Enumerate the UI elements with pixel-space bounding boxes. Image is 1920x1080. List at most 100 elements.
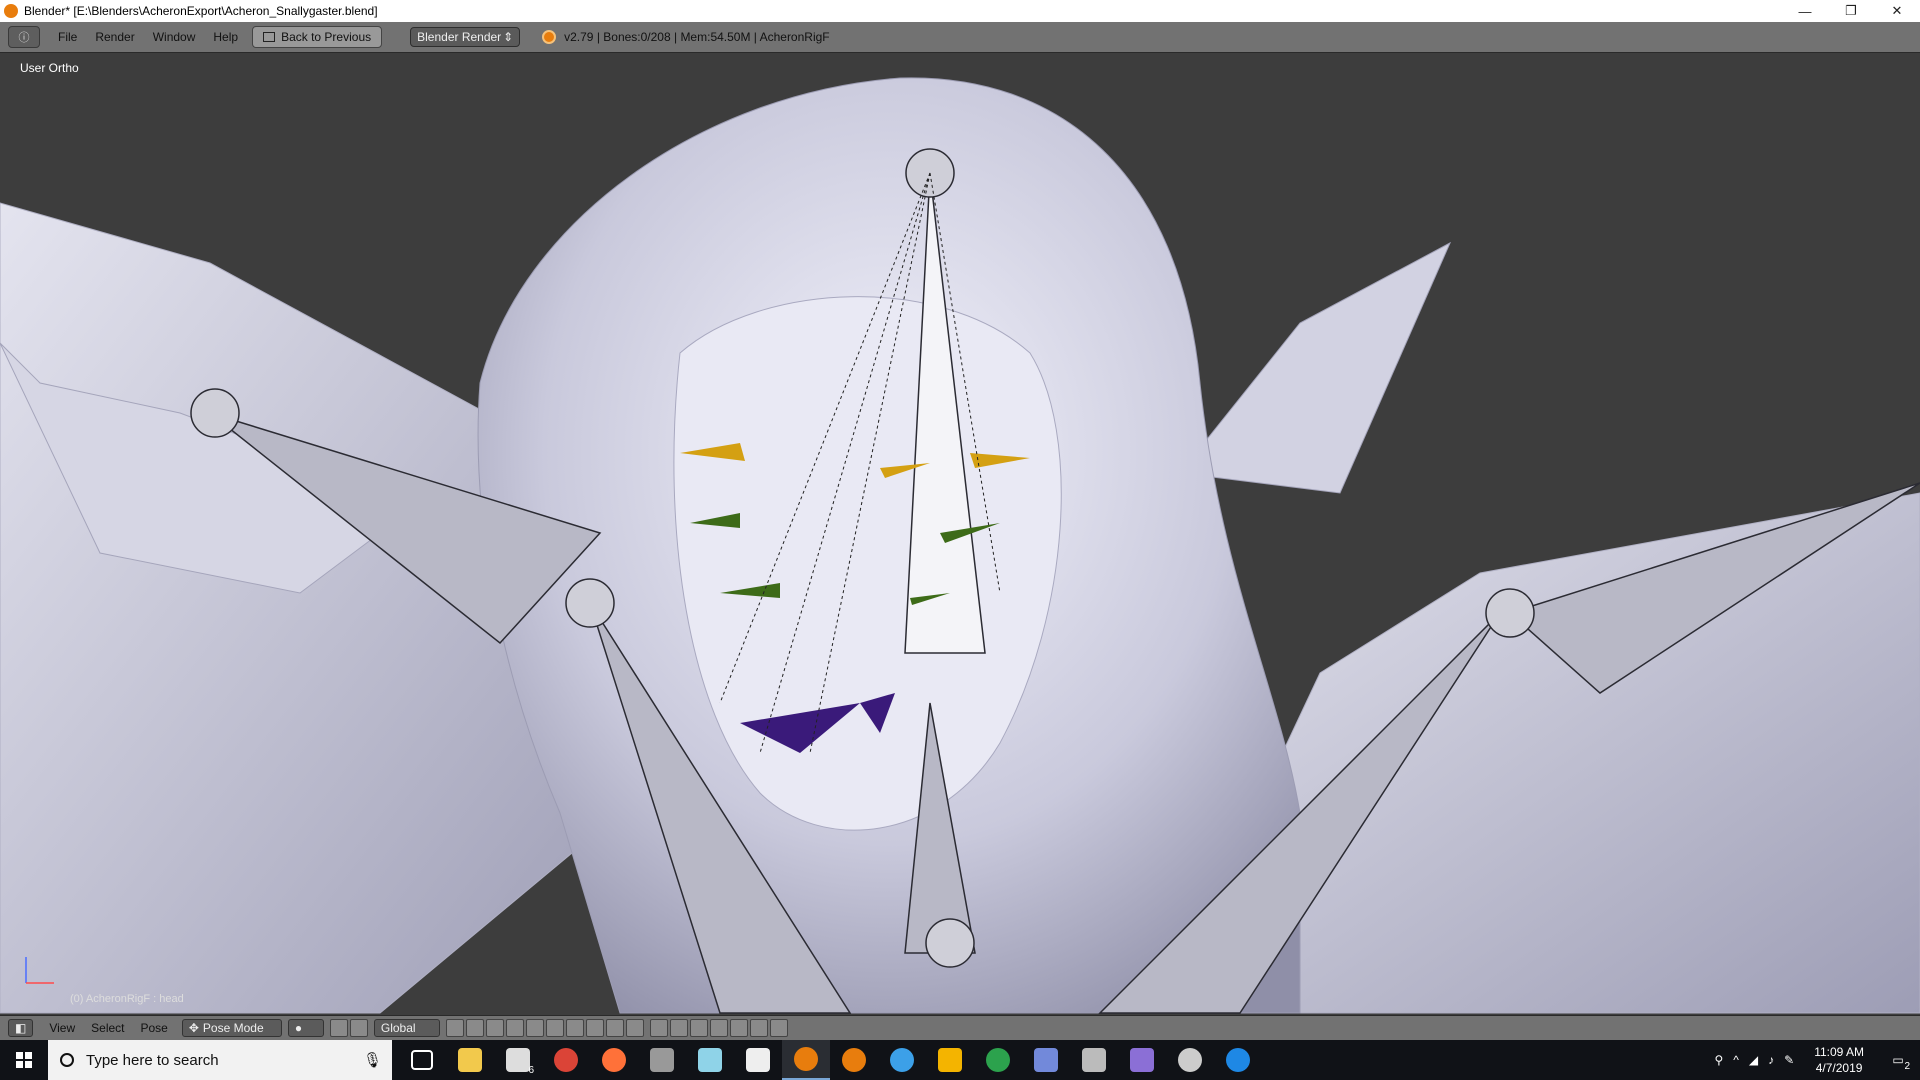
storage-button[interactable]	[686, 1040, 734, 1080]
mail-icon	[506, 1048, 530, 1072]
view3d-header: ◧ View Select Pose ✥ Pose Mode ● Global	[0, 1015, 1920, 1040]
render-icon[interactable]	[749, 1019, 768, 1037]
winamp-icon	[938, 1048, 962, 1072]
blender-button[interactable]	[782, 1040, 830, 1080]
photos-icon	[1082, 1048, 1106, 1072]
layer-button[interactable]	[485, 1019, 504, 1037]
right-wing-spike	[1179, 241, 1452, 494]
winamp-button[interactable]	[926, 1040, 974, 1080]
game-button[interactable]	[638, 1040, 686, 1080]
layer-buttons	[445, 1019, 644, 1037]
active-object-label: (0) AcheronRigF : head	[70, 993, 184, 1005]
render-engine-select[interactable]: Blender Render ⇕	[410, 27, 521, 47]
clock-time: 11:09 AM	[1814, 1045, 1864, 1059]
shading-select[interactable]: ●	[287, 1019, 324, 1037]
menu-render[interactable]: Render	[95, 30, 134, 44]
editor-type-button[interactable]: ⓘ	[8, 26, 40, 48]
calculator-button[interactable]	[734, 1040, 782, 1080]
microphone-icon[interactable]: 🎙	[363, 1051, 382, 1069]
chevron-up-icon[interactable]: ^	[1733, 1053, 1739, 1067]
restore-button[interactable]: ❐	[1828, 0, 1874, 22]
blender-app-icon	[4, 4, 18, 18]
layer-button[interactable]	[545, 1019, 564, 1037]
clock-date: 4/7/2019	[1815, 1061, 1863, 1075]
pen-icon[interactable]: ✎	[1784, 1053, 1794, 1067]
paste-pose-icon[interactable]	[709, 1019, 728, 1037]
storage-icon	[698, 1048, 722, 1072]
3d-viewport[interactable]: User Ortho (0) AcheronRigF : head	[0, 53, 1920, 1015]
screen-icon	[263, 32, 276, 42]
media-button[interactable]	[1118, 1040, 1166, 1080]
window-title: Blender* [E:\Blenders\AcheronExport\Ache…	[24, 4, 378, 18]
copy-pose-icon[interactable]	[689, 1019, 708, 1037]
steam-button[interactable]	[1166, 1040, 1214, 1080]
discord-button[interactable]	[1022, 1040, 1070, 1080]
volume-icon[interactable]: ♪	[1768, 1053, 1774, 1067]
layer-button[interactable]	[525, 1019, 544, 1037]
task-view-button[interactable]	[398, 1040, 446, 1080]
layer-button[interactable]	[625, 1019, 644, 1037]
layer-button[interactable]	[585, 1019, 604, 1037]
back-to-previous-button[interactable]: Back to Previous	[252, 26, 383, 48]
firefox-button[interactable]	[590, 1040, 638, 1080]
start-button[interactable]	[0, 1040, 48, 1080]
render-anim-icon[interactable]	[769, 1019, 788, 1037]
layer-button[interactable]	[505, 1019, 524, 1037]
layer-button[interactable]	[465, 1019, 484, 1037]
cortana-icon	[60, 1053, 74, 1067]
word-app-button[interactable]	[878, 1040, 926, 1080]
manipulator-icon[interactable]	[349, 1019, 368, 1037]
menu-view[interactable]: View	[49, 1021, 75, 1035]
chrome-button[interactable]	[542, 1040, 590, 1080]
minimize-button[interactable]: —	[1782, 0, 1828, 22]
edge-button[interactable]	[1214, 1040, 1262, 1080]
taskbar-search[interactable]: Type here to search 🎙	[48, 1040, 392, 1080]
cube-icon: ◧	[15, 1021, 27, 1035]
viewport-scene	[0, 77, 1920, 1014]
chevron-updown-icon: ⇕	[503, 30, 514, 44]
word-app-icon	[890, 1048, 914, 1072]
paste-flipped-icon[interactable]	[729, 1019, 748, 1037]
lock-icon[interactable]	[649, 1019, 668, 1037]
menu-file[interactable]: File	[58, 30, 77, 44]
info-header: ⓘ File Render Window Help Back to Previo…	[0, 22, 1920, 53]
layer-button[interactable]	[565, 1019, 584, 1037]
clock[interactable]: 11:09 AM 4/7/2019	[1814, 1044, 1864, 1076]
layer-button[interactable]	[445, 1019, 464, 1037]
back-to-previous-label: Back to Previous	[281, 30, 372, 44]
menu-pose[interactable]: Pose	[141, 1021, 168, 1035]
xbox-button[interactable]	[974, 1040, 1022, 1080]
taskbar-apps: 6	[398, 1040, 1262, 1080]
firefox-icon	[602, 1048, 626, 1072]
media-icon	[1130, 1048, 1154, 1072]
layer-button[interactable]	[605, 1019, 624, 1037]
pivot-icon[interactable]	[329, 1019, 348, 1037]
chrome-icon	[554, 1048, 578, 1072]
mail-button[interactable]: 6	[494, 1040, 542, 1080]
blender-logo-icon	[542, 30, 557, 44]
photos-button[interactable]	[1070, 1040, 1118, 1080]
system-tray: ⚲ ^ ◢ ♪ ✎ 11:09 AM 4/7/2019 ▭ 2	[1714, 1044, 1920, 1076]
menu-window[interactable]: Window	[153, 30, 196, 44]
action-center-button[interactable]: ▭ 2	[1884, 1046, 1912, 1074]
window-controls: — ❐ ✕	[1782, 0, 1920, 22]
info-icon: ⓘ	[18, 32, 30, 44]
windows-taskbar: Type here to search 🎙 6 ⚲ ^ ◢ ♪ ✎ 11:09 …	[0, 1040, 1920, 1080]
people-icon[interactable]: ⚲	[1714, 1053, 1723, 1067]
network-icon[interactable]: ◢	[1749, 1053, 1758, 1067]
windows-logo-icon	[16, 1052, 32, 1068]
file-explorer-button[interactable]	[446, 1040, 494, 1080]
menu-help[interactable]: Help	[213, 30, 238, 44]
blender-alt-button[interactable]	[830, 1040, 878, 1080]
file-explorer-icon	[458, 1048, 482, 1072]
menu-select[interactable]: Select	[91, 1021, 124, 1035]
mode-label: Pose Mode	[202, 1021, 264, 1035]
mail-badge: 6	[528, 1065, 534, 1076]
editor-type-3d-button[interactable]: ◧	[8, 1019, 34, 1037]
snap-icon[interactable]	[669, 1019, 688, 1037]
pose-mode-icon: ✥	[188, 1021, 199, 1035]
close-button[interactable]: ✕	[1874, 0, 1920, 22]
mode-select[interactable]: ✥ Pose Mode	[181, 1019, 282, 1037]
orientation-select[interactable]: Global	[373, 1019, 440, 1037]
search-placeholder: Type here to search	[86, 1051, 219, 1069]
